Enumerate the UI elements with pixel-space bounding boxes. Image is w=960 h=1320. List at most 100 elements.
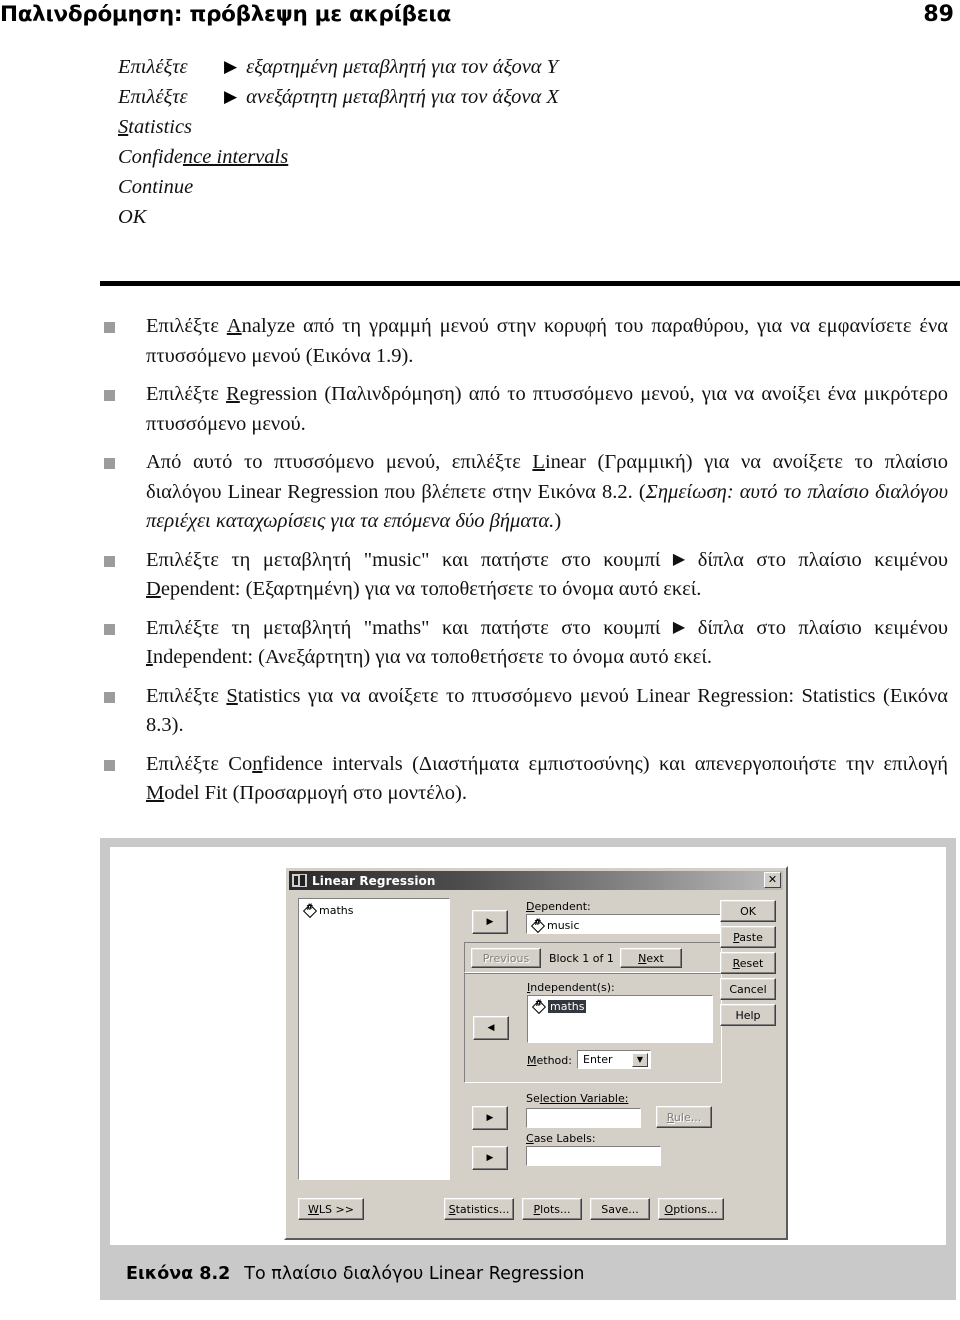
bullet-square-icon [104,390,115,401]
figure-caption-text: Το πλαίσιο διαλόγου Linear Regression [244,1264,585,1284]
help-button-label: H [735,1008,744,1022]
list-item-text-mid: δίπλα στο πλαίσιο κειμένου [685,548,948,571]
figure-panel: Linear Regression ✕ maths ▶ Dependent: [100,838,956,1300]
ok-button[interactable]: OK [720,900,776,922]
statistics-button[interactable]: Statistics... [444,1198,514,1220]
list-item: Επιλέξτε τη μεταβλητή "maths" και πατήστ… [100,614,948,673]
mnemonic-letter: C [526,1132,534,1145]
menu-path-item-label-rest: nce intervals [182,146,289,168]
bullet-square-icon [104,458,115,469]
case-labels-field[interactable] [526,1146,661,1166]
selection-variable-label: Selection Variable: [526,1092,628,1105]
case-labels-label-text: ase Labels: [533,1132,596,1145]
menu-path-item-label: OK [118,206,147,228]
document-page: Παλινδρόμηση: πρόβλεψη με ακρίβεια 89 Επ… [0,0,960,1320]
menu-path-item-label: ontinue [131,176,194,198]
list-item-text-tail: ) [554,510,562,532]
independents-label: Independent(s): [527,981,615,994]
statistics-button-label: tatistics... [455,1202,510,1216]
selection-variable-field[interactable] [526,1108,641,1128]
chevron-down-icon[interactable]: ▼ [632,1053,648,1067]
help-button[interactable]: Help [720,1004,776,1026]
block-navigation-group: Previous Block 1 of 1 Next [464,942,722,973]
list-item-text-rest: egression (Παλινδρόμηση) από το πτυσσόμε… [146,383,948,435]
reset-button[interactable]: Reset [720,952,776,974]
cancel-button[interactable]: Cancel [720,978,776,1000]
mnemonic-letter: M [146,782,165,804]
scale-variable-icon [304,903,315,916]
previous-button-label: Previous [482,951,530,965]
arrow-right-icon: ▶ [486,916,494,927]
help-button-label-rest: elp [743,1008,761,1022]
list-item-text-mid: δίπλα στο πλαίσιο κειμένου [685,616,948,639]
mnemonic-letter: S [118,116,129,138]
instruction-list: Επιλέξτε Analyze από τη γραμμή μενού στη… [100,312,948,809]
mnemonic-letter: n [252,752,263,775]
independents-field[interactable]: maths [527,995,713,1043]
list-item-text: Επιλέξτε τη μεταβλητή "music" και πατήστ… [146,548,673,571]
save-button[interactable]: Save... [590,1198,650,1220]
bullet-square-icon [104,555,115,567]
list-item: Επιλέξτε Confidence intervals (Διαστήματ… [100,750,948,809]
move-to-selection-variable-button[interactable]: ▶ [472,1106,508,1130]
mnemonic-letter: C [118,176,132,198]
mnemonic-letter: S [226,684,238,707]
list-item-text: Επιλέξτε τη μεταβλητή "maths" και πατήστ… [146,616,673,639]
scale-variable-icon [532,918,543,931]
mnemonic-letter: W [308,1202,319,1216]
method-select[interactable]: Enter ▼ [577,1050,651,1069]
method-label-text: ethod: [536,1054,572,1067]
wls-button[interactable]: WLS >> [298,1198,364,1220]
source-variable-list[interactable]: maths [298,898,450,1180]
cancel-button-label: C [729,982,738,996]
mnemonic-letter: S [448,1202,456,1216]
plots-button[interactable]: Plots... [522,1198,582,1220]
mnemonic-letter: O [664,1202,674,1216]
arrow-right-icon: ▶ [224,57,238,76]
bullet-square-icon [104,759,115,771]
page-number: 89 [923,2,954,27]
mnemonic-letter: I [146,646,153,668]
mnemonic-letter: L [532,451,545,473]
arrow-right-icon: ▶ [672,618,686,636]
options-button-label: ptions... [673,1202,718,1216]
list-item[interactable]: maths [304,903,449,917]
rule-button[interactable]: Rule... [656,1106,712,1128]
menu-path-rest: ανεξάρτητη μεταβλητή για τον άξονα Χ [246,86,559,108]
mnemonic-letter: R [226,383,240,405]
previous-button[interactable]: Previous [471,948,541,968]
close-icon[interactable]: ✕ [764,872,781,888]
menu-path-item-label: Confide [118,146,183,168]
options-button[interactable]: Options... [658,1198,724,1220]
next-button[interactable]: Next [620,948,682,968]
method-label: Method: [527,1054,572,1067]
arrow-right-icon: ▶ [486,1152,494,1163]
move-to-dependent-button[interactable]: ▶ [472,910,508,934]
method-value: Enter [583,1053,613,1066]
menu-path-item-ok: OK [118,202,818,232]
menu-path-line: Επιλέξτε ▶ ανεξάρτητη μεταβλητή για τον άξ… [118,82,818,112]
arrow-right-icon: ▶ [486,1112,494,1123]
case-labels-label: Case Labels: [526,1132,596,1145]
list-item-text: Επιλέξτε [146,383,227,405]
move-to-independent-button[interactable]: ◀ [473,1016,509,1040]
reset-button-label: eset [739,956,764,970]
selection-variable-label-rest: lection Variable: [539,1092,629,1105]
wls-button-label: LS >> [318,1202,354,1216]
paste-button-label: aste [739,930,763,944]
spss-app-icon [292,874,307,887]
figure-caption-label: Εικόνα 8.2 [126,1264,231,1284]
menu-path-line: Επιλέξτε ▶ εξαρτημένη μεταβλητή για τον άξ… [118,52,818,82]
move-to-case-labels-button[interactable]: ▶ [472,1146,508,1170]
independents-label-text: ndependent(s): [530,981,615,994]
figure-image-area: Linear Regression ✕ maths ▶ Dependent: [110,847,946,1245]
ok-button-label: OK [740,904,756,918]
variable-name: maths [319,903,354,917]
arrow-right-icon: ▶ [672,550,686,568]
menu-path-rest: εξαρτημένη μεταβλητή για τον άξονα Υ [246,56,559,78]
variable-chip[interactable]: maths [533,999,712,1013]
arrow-left-icon: ◀ [487,1022,495,1033]
dependent-field[interactable]: music [526,914,721,934]
menu-path-item-statistics: Statistics [118,112,818,142]
paste-button[interactable]: Paste [720,926,776,948]
